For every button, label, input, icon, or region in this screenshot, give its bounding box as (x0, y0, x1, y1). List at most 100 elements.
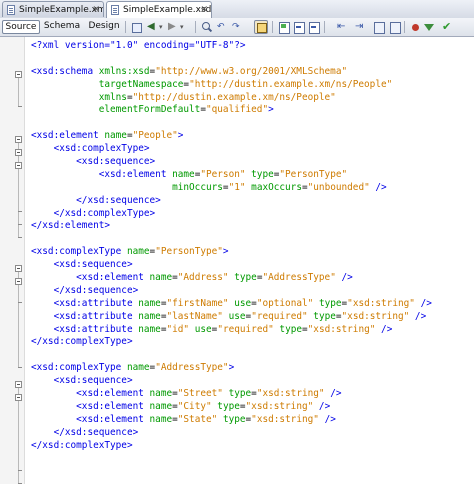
code-line[interactable]: targetNamespace="http://dustin.example.x… (31, 79, 432, 92)
code-line[interactable]: <xsd:element name="Person" type="PersonT… (31, 169, 432, 182)
fold-toggle-icon[interactable] (15, 162, 22, 169)
code-token: <xsd:complexType> (53, 143, 150, 155)
code-token: <xsd:element (76, 413, 150, 425)
code-token: > (222, 246, 229, 258)
code-token: "required" (217, 323, 274, 335)
code-token: "PersonType" (155, 246, 223, 258)
fold-guide (18, 388, 19, 483)
code-token: type (234, 272, 257, 284)
code-line[interactable]: </xsd:complexType> (31, 440, 432, 453)
code-token: name (149, 413, 173, 425)
code-token: "http://dustin.example.xm/ns/People" (189, 78, 393, 90)
code-token: name (149, 388, 173, 400)
code-token: > (268, 104, 274, 116)
forward-icon[interactable]: ▾ (178, 20, 192, 34)
xml-file-icon (7, 5, 15, 15)
go-to-source-icon[interactable] (129, 20, 143, 34)
stop-macro-icon[interactable] (408, 20, 422, 34)
record-macro-icon[interactable] (387, 20, 401, 34)
code-line[interactable]: <xsd:element name="People"> (31, 130, 432, 143)
code-line[interactable] (31, 349, 432, 362)
code-line[interactable] (31, 233, 432, 246)
code-line[interactable] (31, 117, 432, 130)
tab-simpleexample-xsd[interactable]: SimpleExample.xsd ✕ (106, 1, 212, 18)
find-previous-icon[interactable]: ↶ (215, 20, 229, 34)
code-line[interactable]: <xsd:sequence> (31, 156, 432, 169)
toggle-highlight-icon[interactable] (254, 20, 268, 34)
fold-end (18, 237, 22, 238)
shift-left-icon[interactable]: ⇤ (335, 20, 349, 34)
code-line[interactable]: </xsd:element> (31, 220, 432, 233)
source-view-button[interactable]: Source (2, 20, 40, 34)
code-token: use (234, 297, 252, 309)
code-line[interactable]: <xsd:element name="City" type="xsd:strin… (31, 401, 432, 414)
fold-toggle-icon[interactable] (15, 265, 22, 272)
code-line[interactable]: </xsd:sequence> (31, 285, 432, 298)
code-token: /> (330, 388, 342, 400)
tab-label: SimpleExample.xml (19, 5, 104, 15)
code-line[interactable]: xmlns="http://dustin.example.xm/ns/Peopl… (31, 92, 432, 105)
code-editor[interactable]: <?xml version="1.0" encoding="UTF-8"?> <… (0, 37, 474, 484)
code-token: /> (420, 297, 432, 309)
code-line[interactable]: elementFormDefault="qualified"> (31, 104, 432, 117)
tab-simpleexample-xml[interactable]: SimpleExample.xml ✕ (2, 1, 104, 17)
code-token: /> (414, 310, 427, 322)
code-line[interactable]: </xsd:complexType> (31, 336, 432, 349)
find-next-icon[interactable]: ↷ (230, 20, 244, 34)
fold-toggle-icon[interactable] (15, 381, 22, 388)
previous-bookmark-icon[interactable] (291, 20, 305, 34)
code-line[interactable]: <xsd:attribute name="firstName" use="opt… (31, 298, 432, 311)
code-line[interactable]: <xsd:element name="Address" type="Addres… (31, 272, 432, 285)
check-xml-icon[interactable] (421, 20, 435, 34)
schema-view-button[interactable]: Schema (42, 20, 82, 34)
fold-toggle-icon[interactable] (15, 136, 22, 143)
code-line[interactable]: <?xml version="1.0" encoding="UTF-8"?> (31, 40, 432, 53)
code-token: use (194, 323, 212, 335)
code-line[interactable]: <xsd:element name="State" type="xsd:stri… (31, 414, 432, 427)
code-token: "http://www.w3.org/2001/XMLSchema" (155, 65, 348, 77)
code-token: name (104, 130, 127, 142)
code-token: name (149, 272, 173, 284)
next-bookmark-icon[interactable] (306, 20, 320, 34)
code-token: type (251, 168, 274, 180)
fold-toggle-icon[interactable] (15, 149, 22, 156)
code-line[interactable]: <xsd:sequence> (31, 259, 432, 272)
code-token: <xsd:element (98, 168, 173, 180)
code-line[interactable]: <xsd:complexType name="PersonType"> (31, 246, 432, 259)
close-icon[interactable]: ✕ (200, 2, 208, 18)
fold-toggle-icon[interactable] (15, 71, 22, 78)
fold-toggle-icon[interactable] (15, 278, 22, 285)
code-line[interactable]: </xsd:sequence> (31, 427, 432, 440)
code-token: </xsd:sequence> (53, 426, 139, 438)
code-token: "id" (166, 323, 190, 335)
code-token: type (222, 413, 246, 425)
code-line[interactable] (31, 53, 432, 66)
code-line[interactable]: <xsd:complexType name="AddressType"> (31, 362, 432, 375)
search-icon[interactable] (199, 20, 213, 34)
code-line[interactable]: </xsd:sequence> (31, 195, 432, 208)
code-line[interactable]: </xsd:complexType> (31, 208, 432, 221)
code-line[interactable]: <xsd:sequence> (31, 375, 432, 388)
code-line[interactable]: <xsd:attribute name="lastName" use="requ… (31, 311, 432, 324)
code-token: use (228, 310, 246, 322)
fold-toggle-icon[interactable] (15, 394, 22, 401)
code-line[interactable]: <xsd:complexType> (31, 143, 432, 156)
xml-source-text[interactable]: <?xml version="1.0" encoding="UTF-8"?> <… (31, 40, 432, 453)
comment-icon[interactable] (371, 20, 385, 34)
design-view-button[interactable]: Design (85, 20, 123, 34)
editor-toolbar: Source Schema Design ◀ ▾ ▶ ▾ ↶ ↷ ⇤ ⇥ ✔ (0, 18, 474, 37)
toggle-bookmark-icon[interactable] (276, 20, 290, 34)
code-line[interactable]: <xsd:schema xmlns:xsd="http://www.w3.org… (31, 66, 432, 79)
fold-end (18, 367, 22, 368)
validate-xml-icon[interactable]: ✔ (440, 20, 454, 34)
code-token: /> (318, 400, 331, 412)
close-icon[interactable]: ✕ (92, 2, 100, 17)
shift-right-icon[interactable]: ⇥ (353, 20, 367, 34)
code-line[interactable]: minOccurs="1" maxOccurs="unbounded" /> (31, 182, 432, 195)
code-line[interactable]: <xsd:attribute name="id" use="required" … (31, 324, 432, 337)
code-line[interactable]: <xsd:element name="Street" type="xsd:str… (31, 388, 432, 401)
